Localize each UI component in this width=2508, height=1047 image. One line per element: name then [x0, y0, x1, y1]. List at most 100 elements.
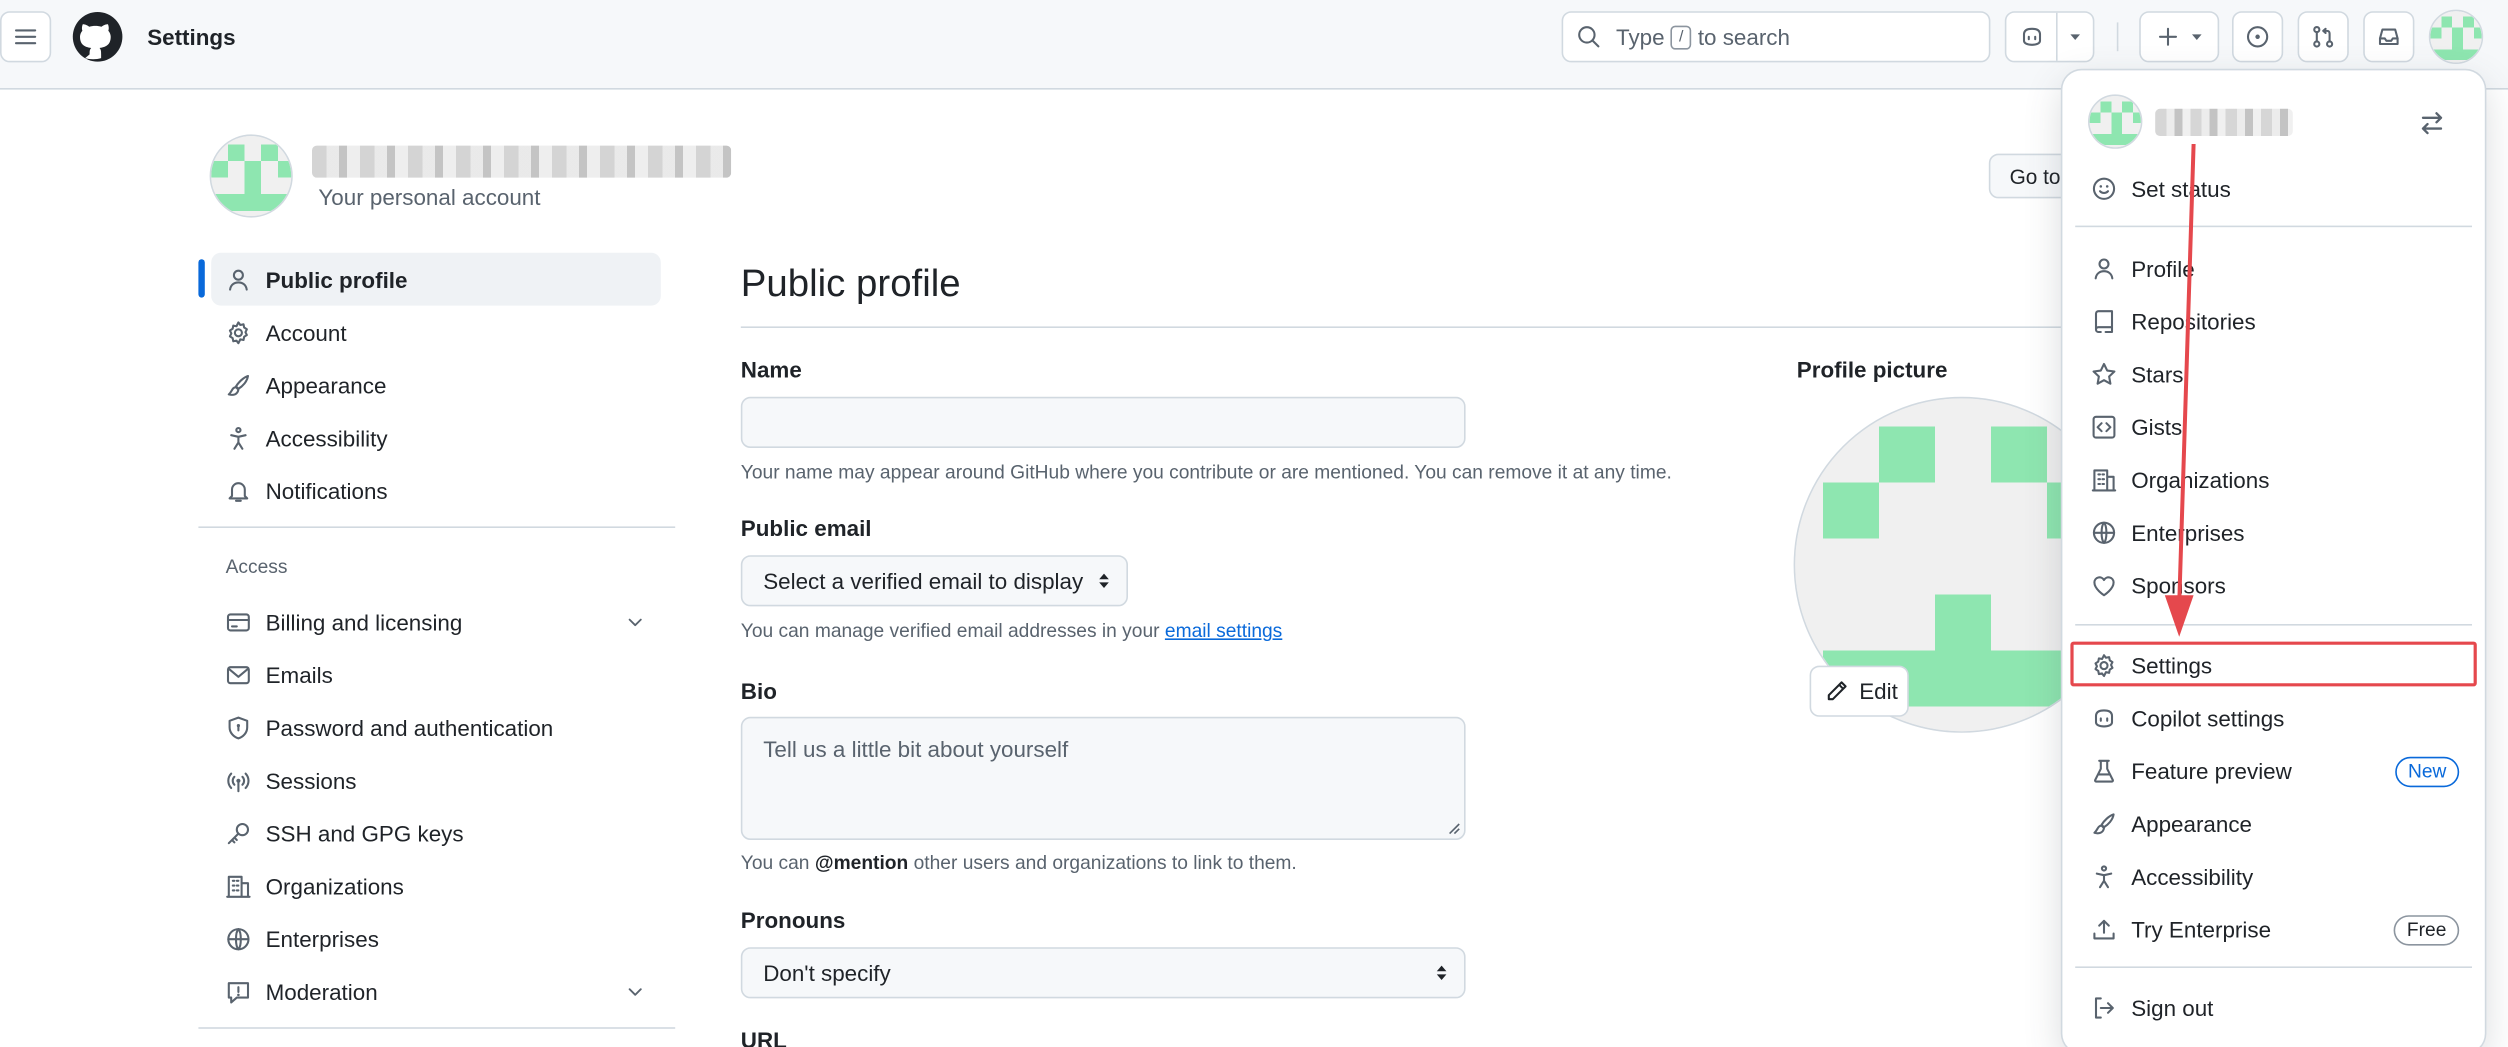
chevron-down-icon[interactable] [624, 611, 646, 633]
sidebar-item-password[interactable]: Password and authentication [198, 701, 675, 754]
person-icon [229, 268, 248, 290]
sidebar-item-public-profile[interactable]: Public profile [198, 252, 661, 306]
menu-item-appearance[interactable]: Appearance [2072, 800, 2475, 848]
sidebar-item-moderation[interactable]: Moderation [198, 965, 675, 1018]
bio-textarea[interactable]: Tell us a little bit about yourself [740, 716, 1466, 840]
search-input[interactable]: Type / to search [1561, 11, 1991, 63]
triangle-down-icon [2191, 34, 2201, 40]
git-pull-request-icon [2313, 25, 2334, 48]
menu-item-label: Organizations [2131, 467, 2270, 493]
menu-item-label: Settings [2131, 652, 2213, 679]
sidebar-item-notifications[interactable]: Notifications [198, 464, 675, 517]
menu-item-label: Sponsors [2131, 572, 2226, 599]
hamburger-icon [14, 29, 37, 45]
account-avatar[interactable] [209, 134, 293, 218]
free-badge: Free [2394, 915, 2460, 946]
menu-item-repositories[interactable]: Repositories [2072, 298, 2475, 346]
bio-note: You can @mention other users and organiz… [741, 851, 1297, 873]
name-input[interactable] [740, 396, 1466, 448]
search-prefix: Type [1616, 24, 1665, 50]
sidebar-item-emails[interactable]: Emails [198, 648, 675, 701]
menu-item-label: Enterprises [2131, 520, 2245, 546]
menu-item-enterprises[interactable]: Enterprises [2072, 509, 2475, 557]
sign-out-icon [2094, 997, 2114, 1019]
pull-requests-button[interactable] [2297, 11, 2349, 63]
upload-icon [2093, 919, 2115, 940]
public-email-label: Public email [740, 515, 872, 541]
create-new-button[interactable] [2139, 11, 2220, 63]
menu-item-stars[interactable]: Stars [2072, 350, 2475, 398]
menu-item-settings[interactable]: Settings [2072, 642, 2475, 690]
menu-item-feature-preview[interactable]: Feature preview New [2072, 747, 2475, 795]
organization-icon [2091, 469, 2117, 492]
arrow-switch-icon[interactable] [2418, 109, 2447, 138]
public-email-selected: Select a verified email to display [763, 568, 1084, 594]
sidebar-item-label: SSH and GPG keys [265, 820, 464, 846]
edit-profile-picture-button[interactable]: Edit [1809, 665, 1909, 717]
inbox-icon [2378, 28, 2399, 46]
menu-item-set-status[interactable]: Set status [2072, 165, 2475, 213]
sidebar-item-organizations[interactable]: Organizations [198, 859, 675, 912]
sidebar-item-label: Enterprises [265, 925, 379, 952]
hamburger-menu-button[interactable] [0, 11, 52, 63]
copilot-icon [2094, 709, 2114, 728]
sidebar-item-label: Public profile [265, 266, 408, 292]
chevron-down-icon[interactable] [624, 981, 646, 1003]
title-divider [740, 326, 2085, 328]
username-redacted [312, 145, 732, 178]
paintbrush-icon [227, 374, 250, 396]
person-icon [2094, 258, 2114, 280]
menu-item-profile[interactable]: Profile [2072, 245, 2475, 293]
accessibility-icon [2095, 865, 2113, 889]
menu-divider [2075, 966, 2472, 968]
sidebar-divider [198, 526, 676, 528]
sidebar-item-billing[interactable]: Billing and licensing [198, 595, 675, 648]
menu-item-copilot-settings[interactable]: Copilot settings [2072, 694, 2475, 742]
sidebar-item-label: Sessions [265, 767, 357, 793]
copilot-dropdown[interactable] [2058, 29, 2093, 45]
sidebar-item-appearance[interactable]: Appearance [198, 358, 675, 411]
identicon-avatar [2430, 11, 2482, 63]
sidebar-item-account[interactable]: Account [198, 306, 675, 359]
pronouns-select[interactable]: Don't specify [740, 947, 1466, 999]
github-logo-icon[interactable] [72, 11, 123, 62]
menu-item-accessibility[interactable]: Accessibility [2072, 853, 2475, 901]
account-subtitle: Your personal account [318, 184, 541, 210]
resize-handle-icon[interactable] [1448, 822, 1461, 835]
menu-username-redacted [2155, 108, 2293, 136]
menu-item-sponsors[interactable]: Sponsors [2072, 562, 2475, 610]
menu-item-label: Sign out [2131, 995, 2214, 1021]
organization-icon [226, 874, 251, 898]
issues-button[interactable] [2232, 11, 2284, 63]
identicon-avatar [211, 136, 292, 217]
public-email-select[interactable]: Select a verified email to display [740, 555, 1128, 607]
menu-item-organizations[interactable]: Organizations [2072, 456, 2475, 504]
menu-item-sign-out[interactable]: Sign out [2072, 984, 2475, 1032]
globe-icon [227, 927, 250, 950]
bio-note-prefix: You can [740, 851, 810, 874]
menu-item-try-enterprise[interactable]: Try Enterprise Free [2072, 906, 2475, 954]
url-label: URL [740, 1027, 787, 1047]
header-divider [2116, 22, 2119, 52]
sidebar-item-label: Account [265, 319, 347, 345]
context-title[interactable]: Settings [147, 24, 235, 50]
sidebar-item-sessions[interactable]: Sessions [198, 754, 675, 807]
sidebar-item-ssh-gpg[interactable]: SSH and GPG keys [198, 806, 675, 859]
menu-item-gists[interactable]: Gists [2072, 403, 2475, 451]
menu-item-label: Feature preview [2131, 758, 2292, 784]
copilot-button[interactable] [2004, 11, 2095, 63]
sidebar-item-label: Accessibility [265, 424, 388, 451]
sidebar-item-label: Moderation [265, 978, 378, 1004]
user-avatar-button[interactable] [2428, 9, 2484, 65]
copilot-icon [2022, 27, 2041, 46]
inbox-button[interactable] [2363, 11, 2415, 63]
menu-item-label: Profile [2131, 256, 2195, 282]
sidebar-item-accessibility[interactable]: Accessibility [198, 411, 675, 464]
sidebar-item-label: Organizations [265, 872, 404, 899]
key-icon [227, 822, 250, 844]
search-shortcut-key: / [1670, 24, 1692, 49]
menu-item-label: Repositories [2131, 308, 2256, 335]
sidebar-item-enterprises[interactable]: Enterprises [198, 912, 675, 965]
email-settings-link[interactable]: email settings [1165, 619, 1282, 641]
name-label: Name [740, 356, 802, 383]
